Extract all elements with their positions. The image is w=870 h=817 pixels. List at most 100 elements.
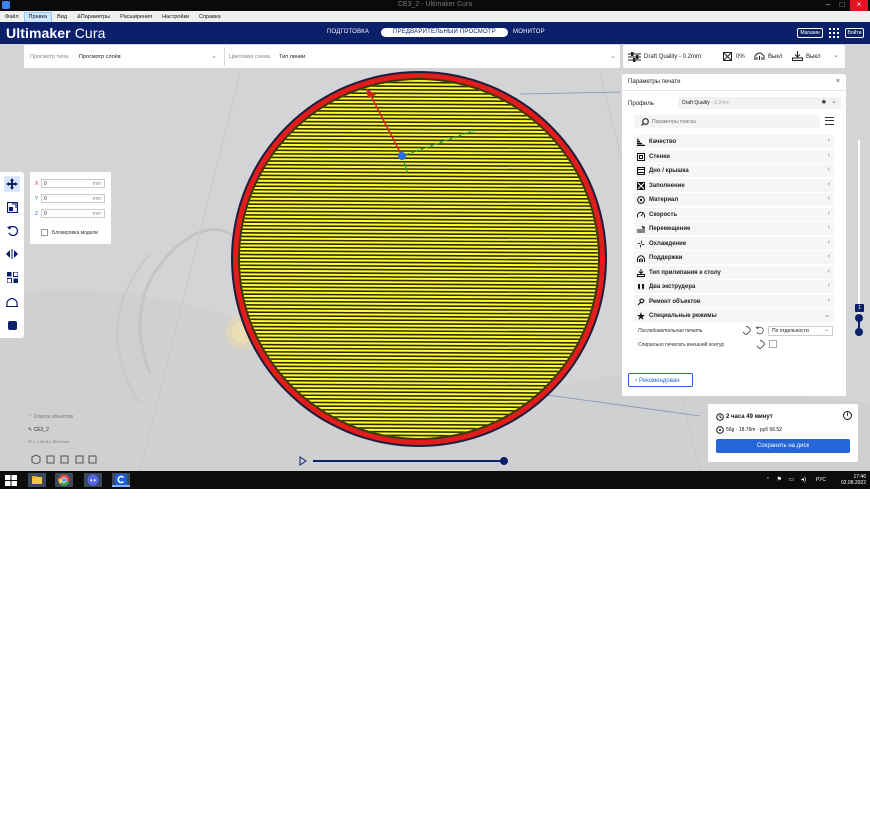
login-button[interactable]: Войти	[845, 28, 864, 38]
lock-model-checkbox[interactable]	[41, 229, 48, 236]
quality-icon	[637, 138, 645, 146]
discord-icon[interactable]	[84, 473, 102, 487]
path-playback-slider[interactable]	[296, 455, 511, 467]
object-list-item[interactable]: ✎ CE3_2	[28, 427, 49, 433]
view-options-bar: Просмотр типа Просмотр слоёв ⌄ Цветовая …	[24, 45, 620, 68]
mirror-tool-button[interactable]	[4, 246, 20, 262]
window-title: CE3_2 - Ultimaker Cura	[397, 1, 473, 8]
settings-category-dual-extruder[interactable]: Два экструдера ‹	[634, 280, 834, 294]
input-language[interactable]: РУС	[816, 477, 826, 483]
category-label: Стенки	[649, 153, 670, 160]
chrome-icon[interactable]	[55, 473, 73, 487]
cura-taskbar-icon[interactable]	[112, 473, 130, 487]
object-list-header[interactable]: ⌃ Список объектов	[28, 414, 73, 420]
color-scheme-dropdown[interactable]: Тип линии	[279, 54, 305, 60]
chevron-up-icon[interactable]: ⌃	[766, 477, 770, 483]
settings-category-mesh-fix[interactable]: Ремонт объектов ‹	[634, 294, 834, 309]
rotate-tool-button[interactable]	[4, 222, 20, 238]
scale-tool-button[interactable]	[4, 199, 20, 215]
tab-prepare[interactable]: ПОДГОТОВКА	[327, 29, 369, 35]
color-scheme-label: Цветовая схема	[229, 54, 271, 60]
settings-category-travel[interactable]: Перемещение ‹	[634, 222, 834, 236]
windows-start-icon[interactable]	[4, 473, 20, 487]
category-label: Два экструдера	[649, 284, 696, 290]
minimize-button[interactable]: –	[822, 0, 834, 11]
chevron-down-icon[interactable]: ⌄	[211, 52, 217, 60]
chevron-left-icon: ‹	[635, 377, 638, 384]
material-estimate: 56g · 18.76m · руб 56.52	[726, 427, 782, 433]
settings-category-speed[interactable]: Скорость ‹	[634, 207, 834, 222]
settings-category-walls[interactable]: Стенки ‹	[634, 149, 834, 164]
edit-icon: ✎	[28, 427, 33, 433]
link-icon	[742, 326, 751, 335]
x-input[interactable]: 0 mm	[41, 179, 105, 188]
y-input[interactable]: 0 mm	[41, 194, 105, 203]
print-settings-panel: Параметры печати × Профиль Draft Quality…	[622, 74, 846, 396]
chevron-left-icon: ‹	[827, 253, 830, 260]
chevron-down-icon[interactable]: ⌄	[833, 51, 839, 59]
marketplace-button[interactable]: Магазин	[797, 28, 823, 38]
chevron-left-icon: ‹	[827, 224, 830, 231]
panel-title: Параметры печати	[628, 79, 681, 85]
settings-visibility-menu-icon[interactable]	[825, 117, 834, 125]
support-value: Выкл	[768, 54, 783, 60]
chevron-left-icon: ‹	[827, 282, 830, 289]
per-model-settings-button[interactable]	[4, 269, 20, 285]
settings-category-top-bottom[interactable]: Дно / крышка ‹	[634, 164, 834, 178]
reset-icon[interactable]	[755, 326, 764, 335]
adhesion-value: Выкл	[806, 54, 821, 60]
view-type-dropdown[interactable]: Просмотр слоёв	[79, 54, 121, 60]
chevron-left-icon: ‹	[827, 166, 830, 173]
profile-dropdown[interactable]: Draft Quality - 0.2mm ★ ⌄	[678, 97, 841, 109]
settings-category-material[interactable]: Материал ‹	[634, 193, 834, 207]
applications-grid-icon[interactable]	[829, 28, 839, 38]
settings-category-infill[interactable]: Заполнение ‹	[634, 178, 834, 193]
save-to-disk-button[interactable]: Сохранить на диск	[716, 439, 850, 453]
spool-icon	[716, 426, 724, 434]
chevron-left-icon: ‹	[827, 238, 830, 246]
settings-category-support[interactable]: Поддержки ‹	[634, 251, 834, 265]
volume-icon[interactable]: ◂)	[801, 476, 806, 483]
tool-bar	[0, 172, 24, 338]
recommended-button[interactable]: ‹ Рекомендован	[628, 373, 693, 387]
move-tool-button[interactable]	[4, 176, 20, 192]
star-icon[interactable]: ★	[821, 98, 827, 106]
close-icon[interactable]: ×	[836, 78, 840, 85]
settings-category-cooling[interactable]: Охлаждение ‹	[634, 236, 834, 251]
info-icon[interactable]: i	[843, 411, 852, 420]
print-setup-selector[interactable]: Draft Quality - 0.2mm 0% Выкл Выкл ⌄	[623, 45, 845, 68]
settings-search[interactable]	[634, 115, 820, 128]
close-window-button[interactable]: ×	[850, 0, 868, 11]
tab-preview[interactable]: ПРЕДВАРИТЕЛЬНЫЙ ПРОСМОТР	[381, 28, 508, 37]
chevron-down-icon[interactable]: ⌄	[610, 52, 616, 60]
custom-tool-button[interactable]	[4, 317, 20, 333]
flag-icon[interactable]: ⚑	[777, 476, 782, 483]
chevron-down-icon: ⌄	[831, 98, 837, 105]
settings-category-adhesion[interactable]: Тип прилипания к столу ‹	[634, 265, 834, 280]
object-dimensions: 97.1 x 96.8 x 150.0 мм	[28, 439, 69, 444]
camera-view-buttons[interactable]	[30, 454, 100, 464]
print-sequence-dropdown[interactable]: По отдельности ⌄	[768, 326, 833, 336]
clock[interactable]: 17:46 02.08.2022	[836, 474, 866, 486]
walls-icon	[637, 152, 645, 161]
chevron-left-icon: ‹	[827, 267, 830, 275]
support-blocker-icon	[6, 297, 18, 307]
category-label: Материал	[649, 197, 679, 203]
category-label: Тип прилипания к столу	[649, 269, 721, 276]
settings-category-special-modes[interactable]: Специальные режимы ⌄	[634, 309, 834, 323]
print-profile-summary: Draft Quality - 0.2mm	[644, 54, 702, 60]
chevron-left-icon: ‹	[827, 180, 830, 188]
tab-monitor[interactable]: МОНИТОР	[513, 29, 545, 35]
support-blocker-button[interactable]	[4, 293, 20, 309]
z-input[interactable]: 0 mm	[41, 209, 105, 218]
x-axis-label: X	[35, 181, 39, 187]
spiralize-label: Спирально печатать внешний контур	[638, 342, 725, 348]
per-model-settings-icon	[6, 271, 18, 283]
search-input[interactable]	[652, 118, 812, 125]
file-explorer-icon[interactable]	[28, 473, 46, 487]
settings-category-quality[interactable]: Качество ‹	[634, 135, 834, 149]
network-icon[interactable]: ▭	[788, 476, 794, 483]
maximize-button[interactable]: □	[836, 0, 848, 11]
move-tool-panel: X 0 mm Y 0 mm Z 0 mm Блокировка модели	[30, 172, 111, 244]
spiralize-checkbox[interactable]	[769, 340, 777, 348]
